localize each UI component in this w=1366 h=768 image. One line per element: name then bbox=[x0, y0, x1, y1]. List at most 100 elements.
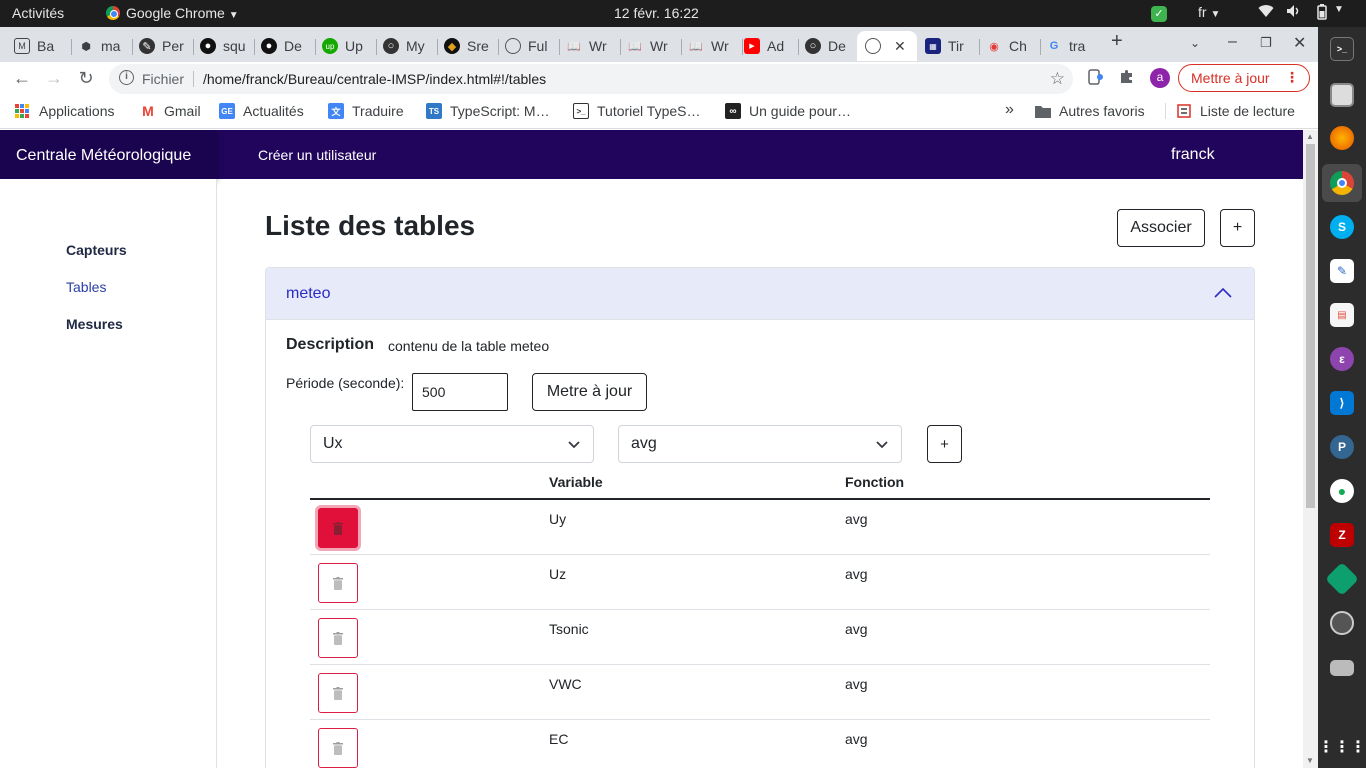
circle-icon: ○ bbox=[383, 38, 399, 54]
reading-list[interactable]: Liste de lecture bbox=[1165, 103, 1295, 119]
forward-icon[interactable]: → bbox=[43, 68, 65, 89]
bookmark-typescript[interactable]: TS TypeScript: M… bbox=[426, 103, 550, 119]
mongodb-icon[interactable]: ● bbox=[1330, 479, 1354, 503]
page-scrollbar[interactable]: ▲ ▼ bbox=[1303, 130, 1318, 768]
update-chrome-button[interactable]: Mettre à jour ⋮ bbox=[1178, 64, 1310, 92]
function-select[interactable]: avg bbox=[618, 425, 902, 463]
bookmark-tutoriel[interactable]: >_ Tutoriel TypeS… bbox=[573, 103, 701, 119]
tab-label: tra bbox=[1069, 38, 1086, 54]
scroll-down-icon[interactable]: ▼ bbox=[1306, 756, 1314, 765]
security-shield-icon[interactable]: ✓ bbox=[1151, 4, 1167, 22]
chrome-icon[interactable] bbox=[1330, 171, 1354, 195]
tab-search-icon[interactable]: ⌄ bbox=[1190, 36, 1200, 50]
tab-8[interactable]: ◆ Sre bbox=[444, 31, 494, 61]
tab-10[interactable]: 📖 Wr bbox=[566, 31, 616, 61]
tab-1[interactable]: M Ba bbox=[14, 31, 64, 61]
skype-icon[interactable]: S bbox=[1330, 215, 1354, 239]
update-period-button[interactable]: Metre à jour bbox=[532, 373, 647, 411]
disk-icon[interactable] bbox=[1330, 611, 1354, 635]
close-tab-icon[interactable]: ✕ bbox=[894, 38, 906, 55]
bookmark-star-icon[interactable]: ☆ bbox=[1050, 69, 1065, 89]
show-apps-icon[interactable]: ⋮⋮⋮ bbox=[1318, 735, 1366, 759]
filezilla-icon[interactable]: Z bbox=[1330, 523, 1354, 547]
language-indicator[interactable]: fr ▼ bbox=[1198, 4, 1220, 20]
bookmark-guide[interactable]: ∞ Un guide pour… bbox=[725, 103, 851, 119]
nav-username[interactable]: franck bbox=[1171, 146, 1215, 164]
brand[interactable]: Centrale Météorologique bbox=[0, 130, 217, 179]
update-label: Mettre à jour bbox=[1191, 70, 1270, 86]
associate-button[interactable]: Associer bbox=[1117, 209, 1205, 247]
text-editor-icon[interactable]: ✎ bbox=[1330, 259, 1354, 283]
document-viewer-icon[interactable]: ▤ bbox=[1330, 303, 1354, 327]
address-bar[interactable]: i Fichier /home/franck/Bureau/centrale-I… bbox=[109, 64, 1073, 94]
gitkraken-icon[interactable] bbox=[1325, 562, 1359, 596]
tab-18[interactable]: Gtra bbox=[1046, 31, 1094, 61]
tab-9[interactable]: Ful bbox=[505, 31, 555, 61]
drive-icon[interactable] bbox=[1330, 660, 1354, 676]
postgresql-icon[interactable]: P bbox=[1330, 435, 1354, 459]
infinity-icon: ∞ bbox=[725, 103, 741, 119]
back-icon[interactable]: ← bbox=[11, 68, 33, 89]
info-icon[interactable]: i bbox=[119, 70, 134, 85]
bookmark-news[interactable]: GE Actualités bbox=[219, 103, 304, 119]
add-table-button[interactable]: + bbox=[1220, 209, 1255, 247]
restore-icon[interactable]: ❐ bbox=[1260, 35, 1272, 51]
add-variable-button[interactable]: + bbox=[927, 425, 962, 463]
clock[interactable]: 12 févr. 16:22 bbox=[614, 5, 699, 21]
tab-17[interactable]: ◉ Ch bbox=[986, 31, 1034, 61]
period-input[interactable] bbox=[412, 373, 508, 411]
tab-6[interactable]: up Up bbox=[322, 31, 372, 61]
bookmark-other-folder[interactable]: Autres favoris bbox=[1035, 103, 1145, 119]
accordion-header[interactable]: meteo bbox=[266, 268, 1254, 320]
tab-13[interactable]: ▶ Ad bbox=[744, 31, 794, 61]
extension-icon[interactable] bbox=[1088, 69, 1104, 90]
delete-row-button[interactable] bbox=[318, 728, 358, 768]
firefox-icon[interactable] bbox=[1330, 126, 1354, 150]
battery-icon[interactable] bbox=[1315, 4, 1329, 23]
minimize-icon[interactable]: – bbox=[1228, 33, 1237, 51]
row-variable: Uy bbox=[549, 511, 567, 527]
sidebar-item-mesures[interactable]: Mesures bbox=[66, 316, 123, 332]
tab-7[interactable]: ○ My bbox=[383, 31, 433, 61]
tab-label: Ful bbox=[528, 38, 548, 54]
tab-3[interactable]: ✎ Per bbox=[139, 31, 189, 61]
activities-button[interactable]: Activités bbox=[12, 5, 64, 21]
nav-create-user-link[interactable]: Créer un utilisateur bbox=[258, 147, 376, 163]
scrollbar-thumb[interactable] bbox=[1306, 144, 1315, 508]
bookmark-apps[interactable]: Applications bbox=[15, 103, 115, 119]
tab-12[interactable]: 📖 Wr bbox=[688, 31, 738, 61]
emacs-icon[interactable]: ε bbox=[1330, 347, 1354, 371]
delete-row-button[interactable] bbox=[318, 618, 358, 658]
profile-avatar[interactable]: a bbox=[1150, 68, 1170, 88]
tab-2[interactable]: ⬢ ma bbox=[78, 31, 128, 61]
scroll-up-icon[interactable]: ▲ bbox=[1306, 132, 1314, 141]
files-icon[interactable] bbox=[1330, 83, 1354, 107]
bookmark-label: TypeScript: M… bbox=[450, 103, 550, 119]
volume-icon[interactable] bbox=[1286, 4, 1302, 21]
variable-select[interactable]: Ux bbox=[310, 425, 594, 463]
delete-row-button[interactable] bbox=[318, 563, 358, 603]
system-menu-caret-icon[interactable]: ▼ bbox=[1334, 4, 1344, 15]
extensions-puzzle-icon[interactable] bbox=[1119, 69, 1135, 90]
bookmarks-more[interactable]: » bbox=[1005, 101, 1014, 119]
delete-row-button[interactable] bbox=[318, 673, 358, 713]
vscode-icon[interactable]: ⟩ bbox=[1330, 391, 1354, 415]
close-window-icon[interactable]: ✕ bbox=[1293, 33, 1306, 53]
app-menu-label: Google Chrome bbox=[126, 5, 225, 21]
terminal-icon[interactable]: >_ bbox=[1330, 37, 1354, 61]
tab-14[interactable]: ○ De bbox=[805, 31, 855, 61]
tab-active[interactable]: ✕ bbox=[857, 31, 917, 61]
bookmark-translate[interactable]: 文 Traduire bbox=[328, 103, 404, 119]
wifi-icon[interactable] bbox=[1258, 4, 1274, 21]
new-tab-icon[interactable]: + bbox=[1111, 30, 1123, 53]
sidebar-item-capteurs[interactable]: Capteurs bbox=[66, 242, 127, 258]
app-menu[interactable]: Google Chrome ▼ bbox=[106, 5, 239, 21]
sidebar-item-tables[interactable]: Tables bbox=[66, 279, 106, 295]
reload-icon[interactable]: ↻ bbox=[75, 68, 97, 89]
tab-5[interactable]: ● De bbox=[261, 31, 311, 61]
bookmark-gmail[interactable]: M Gmail bbox=[140, 103, 200, 119]
delete-row-button[interactable] bbox=[318, 508, 358, 548]
tab-4[interactable]: ● squ bbox=[200, 31, 250, 61]
tab-11[interactable]: 📖 Wr bbox=[627, 31, 677, 61]
tab-16[interactable]: ▦ Tir bbox=[925, 31, 973, 61]
